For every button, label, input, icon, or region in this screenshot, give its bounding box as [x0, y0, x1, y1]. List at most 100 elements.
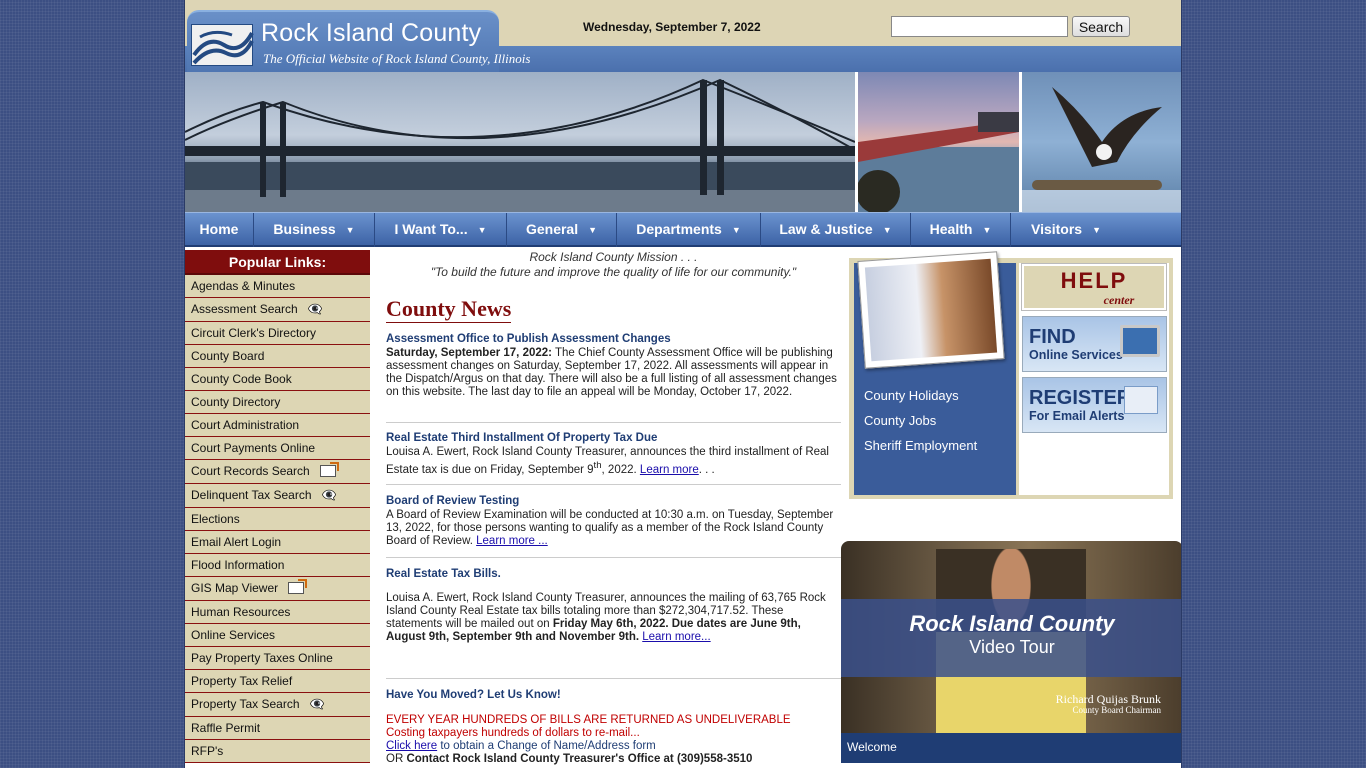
search-button[interactable]: Search — [1072, 16, 1130, 37]
sidebar-item-label: Delinquent Tax Search — [191, 488, 312, 502]
nav-label: General — [525, 221, 579, 237]
sidebar-item-pay-property-taxes-online[interactable]: Pay Property Taxes Online — [185, 647, 370, 670]
nav-visitors[interactable]: Visitors ▼ — [1011, 213, 1121, 247]
binoculars-icon: 👁‍🗨 — [307, 302, 323, 316]
dropdown-arrow-icon: ▼ — [588, 225, 598, 235]
help-label: HELP — [1060, 268, 1128, 293]
sidebar-item-rfps[interactable]: RFP's — [185, 740, 370, 763]
register-email-alerts-button[interactable]: REGISTER For Email Alerts — [1022, 377, 1167, 433]
sidebar-item-delinquent-tax-search[interactable]: Delinquent Tax Search 👁‍🗨 — [185, 484, 370, 508]
sidebar-item-label: Court Administration — [191, 418, 300, 432]
sidebar-item-county-board[interactable]: County Board — [185, 345, 370, 368]
sidebar-item-label: GIS Map Viewer — [191, 581, 279, 595]
sidebar-item-label: Pay Property Taxes Online — [191, 651, 333, 665]
sidebar-item-label: County Directory — [191, 395, 281, 409]
news-item-tax-bills: Real Estate Tax Bills. Louisa A. Ewert, … — [386, 568, 841, 644]
news-divider — [386, 678, 841, 679]
chairman-role: County Board Chairman — [1072, 705, 1162, 715]
sheriff-employment-link[interactable]: Sheriff Employment — [864, 438, 977, 453]
sidebar-item-court-records-search[interactable]: Court Records Search — [185, 460, 370, 484]
sidebar-item-court-payments-online[interactable]: Court Payments Online — [185, 437, 370, 460]
sidebar-item-county-directory[interactable]: County Directory — [185, 391, 370, 414]
news-body: Saturday, September 17, 2022: The Chief … — [386, 347, 841, 399]
sidebar-item-property-tax-relief[interactable]: Property Tax Relief — [185, 670, 370, 693]
nav-health[interactable]: Health ▼ — [911, 213, 1011, 247]
sidebar-item-label: County Code Book — [191, 372, 292, 386]
sidebar-item-label: Online Services — [191, 628, 276, 642]
county-holidays-link[interactable]: County Holidays — [864, 388, 959, 403]
learn-more-link[interactable]: Learn more — [640, 464, 699, 476]
news-headline: Assessment Office to Publish Assessment … — [386, 333, 671, 345]
mission-line-1: Rock Island County Mission . . . — [529, 250, 698, 264]
sidebar-item-county-code-book[interactable]: County Code Book — [185, 368, 370, 391]
find-online-services-button[interactable]: FIND Online Services — [1022, 316, 1167, 372]
nav-label: Home — [199, 221, 239, 237]
news-warning: Costing taxpayers hundreds of dollars to… — [386, 727, 640, 739]
video-tour-player[interactable]: Rock Island County Video Tour Richard Qu… — [841, 541, 1181, 733]
nav-label: Health — [929, 221, 973, 237]
sidebar-item-label: County Board — [191, 349, 265, 363]
sidebar-item-human-resources[interactable]: Human Resources — [185, 601, 370, 624]
nav-law-justice[interactable]: Law & Justice ▼ — [761, 213, 911, 247]
lock-and-dam-photo — [858, 72, 1019, 212]
welcome-tab[interactable]: Welcome — [841, 733, 1181, 761]
mission-statement: Rock Island County Mission . . . "To bui… — [385, 250, 842, 280]
county-logo[interactable] — [191, 24, 254, 66]
sidebar-item-agendas-minutes[interactable]: Agendas & Minutes — [185, 275, 370, 298]
register-sublabel: For Email Alerts — [1029, 409, 1125, 423]
sidebar-item-property-tax-search[interactable]: Property Tax Search 👁‍🗨 — [185, 693, 370, 717]
learn-more-link[interactable]: Learn more ... — [476, 535, 548, 547]
news-contact: Contact Rock Island County Treasurer's O… — [406, 753, 753, 765]
search-input[interactable] — [891, 16, 1068, 37]
news-tail: . . . — [698, 463, 715, 476]
page: Rock Island County The Official Website … — [184, 0, 1182, 768]
help-center-button[interactable]: HELP center — [1021, 263, 1167, 311]
sidebar-item-gis-map-viewer[interactable]: GIS Map Viewer — [185, 577, 370, 601]
find-sublabel: Online Services — [1029, 348, 1123, 362]
sidebar-item-flood-information[interactable]: Flood Information — [185, 554, 370, 577]
sidebar-item-court-administration[interactable]: Court Administration — [185, 414, 370, 437]
main-nav: Home Business ▼ I Want To... ▼ General ▼ De… — [185, 212, 1181, 247]
news-text: A Board of Review Examination will be co… — [386, 509, 834, 547]
chairman-name: Richard Quijas Brunk — [1055, 692, 1161, 706]
mission-line-2: "To build the future and improve the qua… — [430, 265, 797, 279]
sidebar-item-label: Circuit Clerk's Directory — [191, 326, 316, 340]
sidebar-item-elections[interactable]: Elections — [185, 508, 370, 531]
sidebar-item-raffle-permit[interactable]: Raffle Permit — [185, 717, 370, 740]
popular-links-sidebar: Popular Links: Agendas & Minutes Assessm… — [185, 250, 370, 768]
nav-i-want-to[interactable]: I Want To... ▼ — [375, 213, 507, 247]
news-text: , 2022. — [601, 463, 640, 476]
dropdown-arrow-icon: ▼ — [731, 225, 741, 235]
external-link-icon — [319, 462, 339, 477]
nav-general[interactable]: General ▼ — [507, 213, 617, 247]
news-headline: Board of Review Testing — [386, 495, 520, 507]
site-title[interactable]: Rock Island County — [261, 19, 481, 48]
photo-content — [864, 258, 998, 362]
sidebar-item-label: Human Resources — [191, 605, 291, 619]
dropdown-arrow-icon: ▼ — [882, 225, 892, 235]
click-here-link[interactable]: Click here — [386, 740, 437, 752]
sidebar-item-assessment-search[interactable]: Assessment Search 👁‍🗨 — [185, 298, 370, 322]
binoculars-icon: 👁‍🗨 — [321, 488, 337, 502]
learn-more-link[interactable]: Learn more... — [642, 631, 710, 643]
news-body: Louisa A. Ewert, Rock Island County Trea… — [386, 592, 841, 644]
welcome-panel — [841, 761, 1181, 768]
sidebar-item-label: Raffle Permit — [191, 721, 261, 735]
sidebar-item-online-services[interactable]: Online Services — [185, 624, 370, 647]
help-sublabel: center — [1103, 293, 1135, 307]
bridge-photo — [185, 72, 855, 212]
news-body: Click here to obtain a Change of Name/Ad… — [386, 740, 841, 753]
sidebar-item-label: Flood Information — [191, 558, 285, 572]
sidebar-item-email-alert-login[interactable]: Email Alert Login — [185, 531, 370, 554]
nav-home[interactable]: Home — [185, 213, 254, 247]
sidebar-item-circuit-clerk-directory[interactable]: Circuit Clerk's Directory — [185, 322, 370, 345]
find-label: FIND — [1029, 326, 1076, 348]
video-title: Rock Island County — [909, 611, 1115, 636]
nav-departments[interactable]: Departments ▼ — [617, 213, 761, 247]
nav-business[interactable]: Business ▼ — [254, 213, 375, 247]
dropdown-arrow-icon: ▼ — [982, 225, 992, 235]
nav-label: I Want To... — [394, 221, 468, 237]
video-subtitle: Video Tour — [969, 637, 1055, 657]
binoculars-icon: 👁‍🗨 — [309, 697, 325, 711]
county-jobs-link[interactable]: County Jobs — [864, 413, 936, 428]
